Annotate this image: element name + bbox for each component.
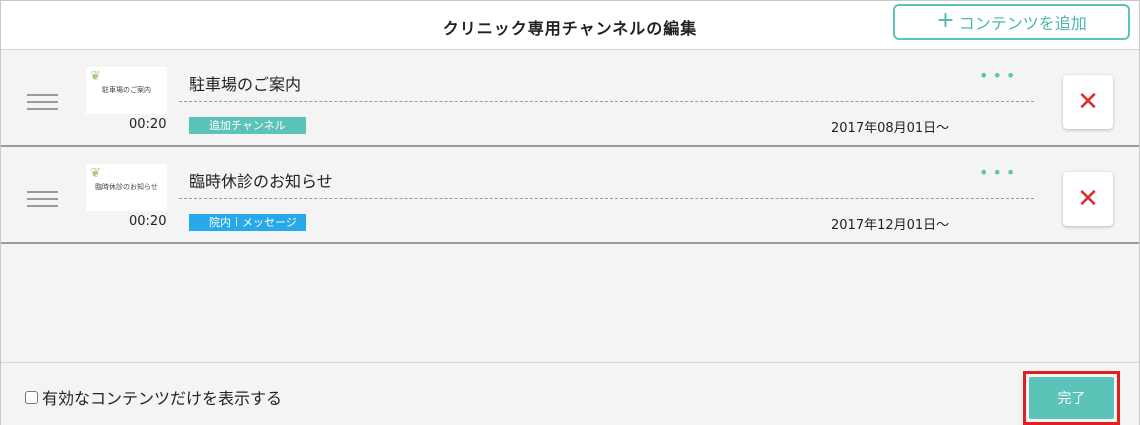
content-name: 駐車場のご案内 bbox=[189, 75, 302, 94]
checkbox[interactable] bbox=[25, 390, 38, 404]
drag-handle-icon[interactable] bbox=[27, 94, 58, 110]
edit-channel-dialog: クリニック専用チャンネルの編集 + コンテンツを追加 ❦ 駐車場のご案内 00:… bbox=[0, 0, 1140, 425]
delete-button[interactable]: ✕ bbox=[1063, 172, 1113, 226]
add-content-button[interactable]: + コンテンツを追加 bbox=[893, 4, 1130, 40]
more-dots-icon[interactable]: ••• bbox=[979, 66, 1019, 85]
leaf-icon: ❦ bbox=[90, 166, 101, 181]
start-date: 2017年08月01日〜 bbox=[831, 121, 950, 136]
done-button[interactable]: 完了 bbox=[1029, 377, 1114, 419]
content-list: ❦ 駐車場のご案内 00:20 駐車場のご案内 ••• 追加チャンネル 2017… bbox=[1, 50, 1139, 362]
start-date: 2017年12月01日〜 bbox=[831, 218, 950, 233]
header-bar: クリニック専用チャンネルの編集 + コンテンツを追加 bbox=[1, 1, 1139, 50]
done-highlight: 完了 bbox=[1023, 371, 1120, 425]
more-dots-icon[interactable]: ••• bbox=[979, 163, 1019, 182]
footer-bar: 有効なコンテンツだけを表示する 完了 bbox=[1, 362, 1139, 425]
list-item: ❦ 臨時休診のお知らせ 00:20 臨時休診のお知らせ ••• 院内ｉメッセージ… bbox=[1, 147, 1139, 244]
leaf-icon: ❦ bbox=[90, 69, 101, 84]
divider bbox=[179, 198, 1034, 199]
add-content-label: コンテンツを追加 bbox=[958, 14, 1087, 33]
thumbnail: ❦ 駐車場のご案内 bbox=[86, 67, 167, 114]
drag-handle-icon[interactable] bbox=[27, 191, 58, 207]
thumbnail: ❦ 臨時休診のお知らせ bbox=[86, 164, 167, 211]
channel-tag: 追加チャンネル bbox=[189, 117, 306, 134]
divider bbox=[179, 101, 1034, 102]
plus-icon: + bbox=[936, 8, 955, 33]
active-only-filter[interactable]: 有効なコンテンツだけを表示する bbox=[25, 385, 282, 409]
channel-tag: 院内ｉメッセージ bbox=[189, 214, 306, 231]
close-icon: ✕ bbox=[1077, 87, 1099, 117]
thumbnail-text: 臨時休診のお知らせ bbox=[95, 183, 158, 191]
close-icon: ✕ bbox=[1077, 184, 1099, 214]
delete-button[interactable]: ✕ bbox=[1063, 75, 1113, 129]
duration: 00:20 bbox=[129, 214, 167, 229]
list-item: ❦ 駐車場のご案内 00:20 駐車場のご案内 ••• 追加チャンネル 2017… bbox=[1, 50, 1139, 147]
filter-label: 有効なコンテンツだけを表示する bbox=[42, 389, 283, 408]
content-name: 臨時休診のお知らせ bbox=[189, 172, 333, 191]
duration: 00:20 bbox=[129, 117, 167, 132]
thumbnail-text: 駐車場のご案内 bbox=[102, 86, 151, 94]
